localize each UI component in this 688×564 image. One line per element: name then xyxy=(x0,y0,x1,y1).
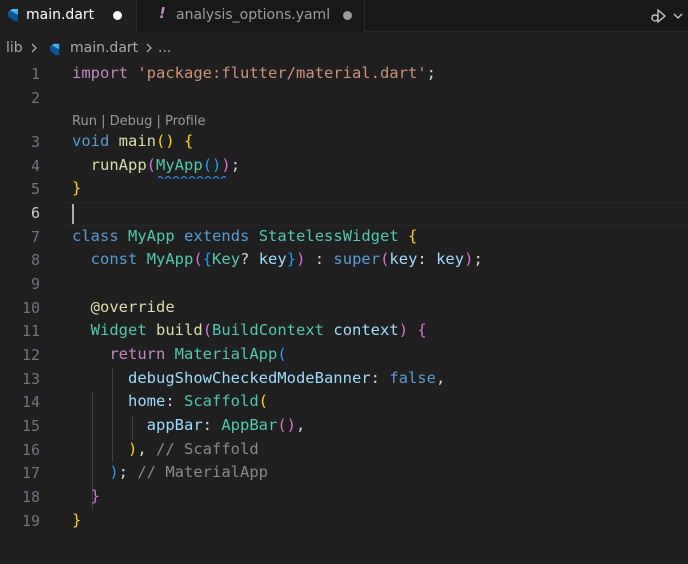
breadcrumb-more[interactable]: ... xyxy=(158,40,171,56)
code-line-16: ), // Scaffold xyxy=(128,440,259,458)
line-number: 16 xyxy=(21,441,40,459)
chevron-down-icon[interactable] xyxy=(671,8,685,24)
line-number: 17 xyxy=(21,464,40,482)
code-line-19: } xyxy=(72,511,82,529)
line-number: 6 xyxy=(30,204,40,222)
chevron-right-icon xyxy=(31,43,37,53)
codelens: Run | Debug | Profile xyxy=(72,114,206,129)
line-number: 9 xyxy=(30,275,40,293)
line-number: 1 xyxy=(30,65,40,83)
line-number: 8 xyxy=(30,251,40,269)
code-line-3: void main() { xyxy=(72,132,194,150)
exclamation-icon: ! xyxy=(159,4,166,22)
tab-bar: main.dart ! analysis_options.yaml xyxy=(0,0,688,32)
tab-label: analysis_options.yaml xyxy=(176,7,331,23)
line-number: 2 xyxy=(30,89,40,107)
code-line-5: } xyxy=(72,179,82,197)
tab-label: main.dart xyxy=(26,7,95,23)
code-line-13: debugShowCheckedModeBanner: false, xyxy=(128,369,446,387)
line-number: 5 xyxy=(30,180,40,198)
code-line-18: } xyxy=(90,487,101,505)
breadcrumb-file[interactable]: main.dart xyxy=(70,40,138,56)
lint-squiggle[interactable] xyxy=(158,175,226,179)
unsaved-dot-icon[interactable] xyxy=(113,11,122,20)
code-line-15: appBar: AppBar(), xyxy=(146,416,306,434)
codelens-debug[interactable]: Debug xyxy=(110,114,153,129)
code-line-7: class MyApp extends StatelessWidget { xyxy=(72,227,418,245)
line-number: 19 xyxy=(21,512,40,530)
current-line-highlight xyxy=(64,202,688,226)
code-line-4: runApp(MyApp()); xyxy=(90,156,241,174)
line-number: 4 xyxy=(30,157,40,175)
codelens-profile[interactable]: Profile xyxy=(165,114,205,129)
line-number: 7 xyxy=(30,228,40,246)
code-editor[interactable]: 1 2 3 4 5 6 7 8 9 10 11 12 13 14 15 16 1… xyxy=(0,62,688,564)
tab-main-dart[interactable]: main.dart xyxy=(0,0,137,32)
line-number: 13 xyxy=(21,370,40,388)
code-line-12: return MaterialApp( xyxy=(109,345,287,363)
code-line-10: @override xyxy=(90,298,175,316)
line-number: 11 xyxy=(21,322,40,340)
line-number: 10 xyxy=(21,299,40,317)
line-number: 15 xyxy=(21,417,40,435)
tab-analysis-options[interactable]: ! analysis_options.yaml xyxy=(137,0,365,32)
line-number: 12 xyxy=(21,346,40,364)
unsaved-dot-icon[interactable] xyxy=(343,11,352,20)
breadcrumb: lib main.dart ... xyxy=(0,37,688,61)
text-cursor xyxy=(72,204,74,224)
code-line-17: ); // MaterialApp xyxy=(109,463,268,481)
breadcrumb-folder[interactable]: lib xyxy=(6,40,23,56)
code-line-1: import 'package:flutter/material.dart'; xyxy=(72,64,436,82)
line-number: 14 xyxy=(21,393,40,411)
dart-icon xyxy=(8,9,18,21)
code-line-8: const MyApp({Key? key}) : super(key: key… xyxy=(90,250,483,268)
dart-icon xyxy=(49,43,60,56)
code-line-11: Widget build(BuildContext context) { xyxy=(90,321,427,339)
line-number: 3 xyxy=(30,133,40,151)
codelens-run[interactable]: Run xyxy=(72,114,97,129)
chevron-right-icon xyxy=(146,43,152,53)
run-debug-icon[interactable] xyxy=(650,8,668,24)
code-line-14: home: Scaffold( xyxy=(128,392,268,410)
line-number: 18 xyxy=(21,488,40,506)
